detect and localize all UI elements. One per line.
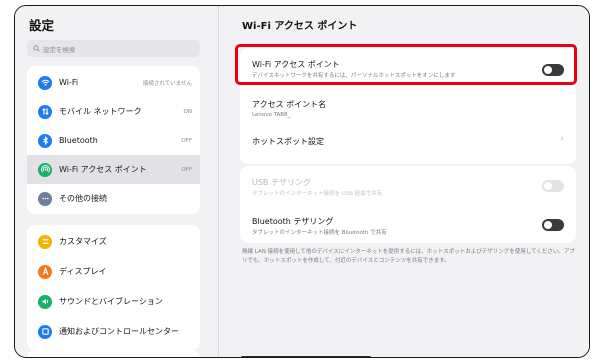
sidebar-item-more-connections[interactable]: その他の接続 <box>27 184 200 213</box>
search-placeholder: 設定を検索 <box>43 45 76 54</box>
sidebar-item-label: Wi-Fi アクセス ポイント <box>59 165 147 174</box>
customize-icon <box>38 234 52 249</box>
settings-sidebar: 設定 設定を検索 Wi-Fi 接続されていません モバイル ネットワーク ON <box>15 6 218 357</box>
search-input[interactable]: 設定を検索 <box>27 40 200 57</box>
highlight-box <box>235 44 577 85</box>
sound-icon <box>38 294 52 309</box>
sidebar-item-label: Wi-Fi <box>59 78 79 87</box>
more-connections-icon <box>38 191 52 206</box>
display-icon <box>38 264 52 279</box>
sidebar-item-bluetooth[interactable]: Bluetooth OFF <box>27 126 200 155</box>
sidebar-item-label: カスタマイズ <box>59 237 107 246</box>
usb-tethering-title: USB テザリング <box>252 178 311 187</box>
sidebar-item-label: 通知およびコントロールセンター <box>59 327 179 336</box>
sidebar-item-label: Bluetooth <box>59 136 98 145</box>
hotspot-icon <box>38 162 52 177</box>
toggle-knob <box>544 182 552 190</box>
personalization-group: カスタマイズ ディスプレイ サウンドとバイブレーション 通知およびコントロールセ… <box>27 225 200 350</box>
wifi-icon <box>38 75 52 90</box>
sidebar-item-notifications[interactable]: 通知およびコントロールセンター <box>27 317 200 346</box>
sidebar-title: 設定 <box>29 18 55 33</box>
sidebar-item-sound[interactable]: サウンドとバイブレーション <box>27 287 200 316</box>
sidebar-item-label: その他の接続 <box>59 194 107 203</box>
ap-name-value: Lenovo TAB8_ <box>252 112 291 118</box>
ap-name-title: アクセス ポイント名 <box>252 100 327 109</box>
home-indicator[interactable] <box>241 356 371 357</box>
search-icon <box>33 45 40 52</box>
mobile-network-status: ON <box>183 108 192 115</box>
notification-icon <box>38 324 52 339</box>
tethering-footnote: 無線 LAN 接続を使用して他のデバイスにインターネットを提供するには、ホットス… <box>242 249 575 264</box>
bluetooth-status: OFF <box>181 137 192 144</box>
bluetooth-icon <box>38 133 52 148</box>
tethering-card: USB テザリング タブレットのインターネット接続を USB 経由で共有 Blu… <box>240 166 576 243</box>
page-title: Wi-Fi アクセス ポイント <box>242 21 358 32</box>
sidebar-item-display[interactable]: ディスプレイ <box>27 257 200 286</box>
bluetooth-tethering-subtitle: タブレットのインターネット接続を Bluetooth で共有 <box>252 230 387 236</box>
bluetooth-tethering-toggle[interactable] <box>542 219 564 231</box>
hotspot-settings-title: ホットスポット設定 <box>252 137 324 146</box>
sidebar-item-hotspot[interactable]: Wi-Fi アクセス ポイント OFF <box>27 155 200 184</box>
mobile-network-icon <box>38 104 52 119</box>
usb-tethering-subtitle: タブレットのインターネット接続を USB 経由で共有 <box>252 191 383 197</box>
sidebar-item-customize[interactable]: カスタマイズ <box>27 227 200 256</box>
sidebar-item-mobile-network[interactable]: モバイル ネットワーク ON <box>27 97 200 126</box>
usb-tethering-toggle <box>542 180 564 192</box>
wifi-status: 接続されていません <box>142 80 192 87</box>
bluetooth-tethering-title: Bluetooth テザリング <box>252 217 334 226</box>
toggle-knob <box>544 221 552 229</box>
sidebar-item-wifi[interactable]: Wi-Fi 接続されていません <box>27 68 200 97</box>
sidebar-item-label: ディスプレイ <box>59 267 107 276</box>
chevron-right-icon: › <box>560 134 564 144</box>
next-group <box>27 350 200 357</box>
connections-group: Wi-Fi 接続されていません モバイル ネットワーク ON Bluetooth… <box>27 66 200 214</box>
sidebar-item-label: サウンドとバイブレーション <box>59 297 163 306</box>
hotspot-status: OFF <box>181 166 192 173</box>
sidebar-item-label: モバイル ネットワーク <box>59 107 142 116</box>
